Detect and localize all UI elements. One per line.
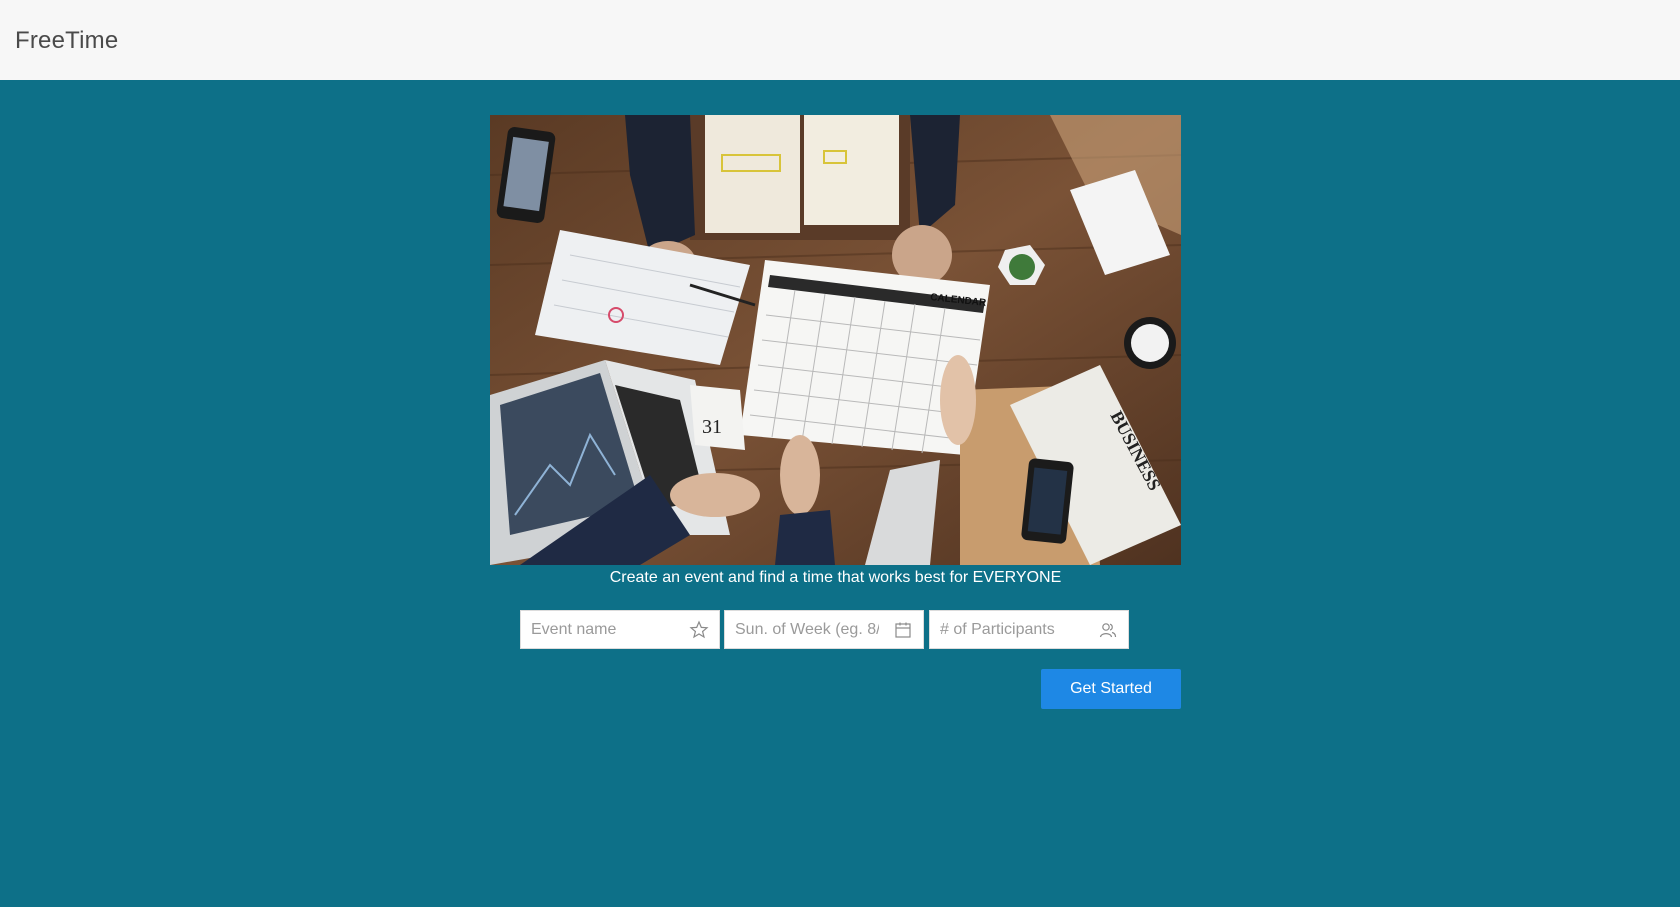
brand-logo-text[interactable]: FreeTime: [15, 27, 118, 55]
hero-image: CALENDAR 31 BUSINESS: [490, 115, 1181, 565]
calendar-icon: [893, 620, 913, 640]
hero-caption: Create an event and find a time that wor…: [609, 569, 1062, 586]
desk-calendar-day: 31: [702, 416, 722, 438]
top-navbar: FreeTime: [0, 0, 1680, 80]
hero-desk-illustration: CALENDAR 31 BUSINESS: [490, 115, 1181, 565]
star-icon: [689, 620, 709, 640]
users-icon: [1098, 620, 1118, 640]
get-started-button[interactable]: Get Started: [1041, 669, 1181, 709]
week-field[interactable]: [724, 610, 924, 649]
event-name-field[interactable]: [520, 610, 720, 649]
participants-field[interactable]: [929, 610, 1129, 649]
